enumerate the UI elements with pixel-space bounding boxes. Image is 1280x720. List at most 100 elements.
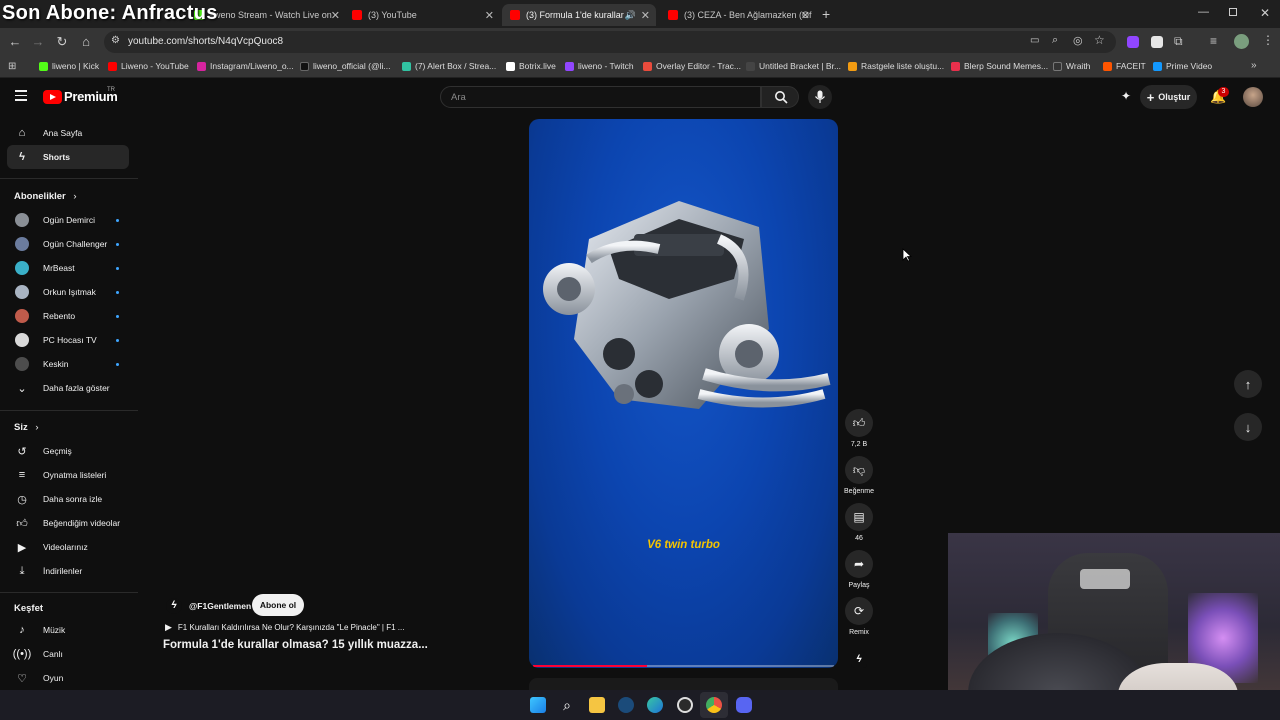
zoom-icon[interactable]: ⌕ xyxy=(1052,34,1058,47)
sidebar-sub-item[interactable]: Ogün Challenger xyxy=(7,232,129,256)
obs-icon[interactable] xyxy=(677,697,693,713)
bookmark-star-icon[interactable]: ☆ xyxy=(1094,33,1105,47)
sidebar-item-live[interactable]: ((•)) Canlı xyxy=(7,642,129,666)
extension-icon[interactable] xyxy=(1151,36,1163,48)
file-explorer-icon[interactable] xyxy=(589,697,605,713)
share-action[interactable]: ➦ Paylaş xyxy=(844,550,874,589)
tracking-hidden-icon[interactable]: ◎ xyxy=(1073,34,1083,47)
channel-logo-icon[interactable]: ϟ xyxy=(166,598,182,614)
search-button[interactable] xyxy=(761,86,799,108)
close-tab-icon[interactable]: ✕ xyxy=(485,9,494,22)
sidebar-show-more[interactable]: ⌄ Daha fazla göster xyxy=(7,376,129,400)
sidebar-sub-item[interactable]: Ogün Demirci xyxy=(7,208,129,232)
voice-search-button[interactable] xyxy=(808,85,832,109)
forward-arrow-icon[interactable]: → xyxy=(30,34,46,50)
remix-button[interactable]: ⟳ xyxy=(845,597,873,625)
subscriptions-heading[interactable]: Abonelikler › xyxy=(14,191,77,202)
comments-action[interactable]: ▤ 46 xyxy=(844,503,874,542)
create-button[interactable]: + Oluştur xyxy=(1140,85,1197,109)
sidebar-sub-item[interactable]: PC Hocası TV xyxy=(7,328,129,352)
channel-name[interactable]: @F1Gentlemen xyxy=(189,601,251,611)
bookmark-item[interactable]: liweno | Kick xyxy=(39,61,99,71)
search-input[interactable]: Ara xyxy=(440,86,761,108)
profile-avatar-icon[interactable] xyxy=(1234,34,1249,49)
related-video-link[interactable]: ▶ F1 Kuralları Kaldırılırsa Ne Olur? Kar… xyxy=(165,622,404,633)
you-heading[interactable]: Siz › xyxy=(14,422,39,433)
site-info-icon[interactable]: ⚙ xyxy=(111,35,120,46)
address-bar[interactable]: ⚙ youtube.com/shorts/N4qVcpQuoc8 ▭ ⌕ ◎ ☆ xyxy=(104,31,1116,53)
tab-search-icon[interactable]: ≡ xyxy=(1210,34,1217,48)
edge-browser-icon[interactable] xyxy=(647,697,663,713)
like-button[interactable]: 👍︎ xyxy=(845,409,873,437)
home-icon[interactable]: ⌂ xyxy=(78,34,94,50)
sound-channel-icon[interactable]: ϟ xyxy=(851,652,867,668)
extension-icon[interactable] xyxy=(1127,36,1139,48)
sidebar-item-home[interactable]: ⌂ Ana Sayfa xyxy=(7,121,129,145)
sidebar-item-your-videos[interactable]: ▶ Videolarınız xyxy=(7,535,129,559)
hamburger-menu-icon[interactable] xyxy=(15,90,27,101)
bookmark-item[interactable]: Untitled Bracket | Br... xyxy=(746,61,841,71)
close-tab-icon[interactable]: ✕ xyxy=(801,9,810,22)
cast-icon[interactable]: ▭ xyxy=(1030,35,1039,46)
short-title[interactable]: Formula 1'de kurallar olmasa? 15 yıllık … xyxy=(163,639,428,651)
previous-short-button[interactable]: ↑ xyxy=(1234,370,1262,398)
account-avatar[interactable] xyxy=(1243,87,1263,107)
like-action[interactable]: 👍︎ 7,2 B xyxy=(844,409,874,448)
close-window-icon[interactable]: ✕ xyxy=(1260,6,1270,20)
minimize-window-icon[interactable]: — xyxy=(1198,6,1209,18)
bookmark-item[interactable]: Blerp Sound Memes... xyxy=(951,61,1048,71)
sidebar-item-watch-later[interactable]: ◷ Daha sonra izle xyxy=(7,487,129,511)
extensions-puzzle-icon[interactable]: ⧉ xyxy=(1174,34,1183,49)
discord-icon[interactable] xyxy=(736,697,752,713)
new-tab-button[interactable]: + xyxy=(822,6,830,22)
extension-bolt-icon[interactable]: ✦ xyxy=(1121,89,1131,103)
sidebar-item-history[interactable]: ↺ Geçmiş xyxy=(7,439,129,463)
sidebar-item-playlists[interactable]: ≡ Oynatma listeleri xyxy=(7,463,129,487)
shorts-video-player[interactable]: V6 twin turbo xyxy=(529,119,838,668)
sidebar-sub-item[interactable]: Rebento xyxy=(7,304,129,328)
bookmark-item[interactable]: liweno_official (@li... xyxy=(300,61,390,71)
restore-window-icon[interactable] xyxy=(1229,8,1237,16)
bookmark-item[interactable]: liweno - Twitch xyxy=(565,61,634,71)
sidebar-item-shorts[interactable]: ϟ Shorts xyxy=(7,145,129,169)
tab-ceza-song[interactable]: (3) CEZA - Ben Ağlamazken (Of ✕ xyxy=(660,4,816,26)
tab-youtube[interactable]: (3) YouTube ✕ xyxy=(344,4,500,26)
bookmark-item[interactable]: Liweno - YouTube xyxy=(108,61,189,71)
bookmark-item[interactable]: Instagram/Liweno_o... xyxy=(197,61,294,71)
subscribe-button[interactable]: Abone ol xyxy=(252,594,304,616)
sidebar-item-gaming[interactable]: ♡ Oyun xyxy=(7,666,129,690)
taskbar-search-icon[interactable]: ⌕ xyxy=(559,697,575,713)
close-tab-icon[interactable]: ✕ xyxy=(331,9,340,22)
bookmark-item[interactable]: Prime Video xyxy=(1153,61,1212,71)
browser-menu-icon[interactable]: ⋮ xyxy=(1262,33,1274,47)
dislike-button[interactable]: 👎︎ xyxy=(845,456,873,484)
tab-formula1-short[interactable]: (3) Formula 1'de kurallar ol 🔊 ✕ xyxy=(502,4,656,26)
reload-icon[interactable]: ↻ xyxy=(54,34,70,50)
bookmark-item[interactable]: Wraith xyxy=(1053,61,1090,71)
sidebar-sub-item[interactable]: MrBeast xyxy=(7,256,129,280)
close-tab-icon[interactable]: ✕ xyxy=(641,9,650,22)
sidebar-item-downloads[interactable]: ⤓ İndirilenler xyxy=(7,559,129,583)
sidebar-item-music[interactable]: ♪ Müzik xyxy=(7,618,129,642)
audio-playing-icon[interactable]: 🔊 xyxy=(625,10,636,21)
bookmark-item[interactable]: Overlay Editor - Trac... xyxy=(643,61,741,71)
steam-icon[interactable] xyxy=(618,697,634,713)
share-button[interactable]: ➦ xyxy=(845,550,873,578)
apps-grid-icon[interactable]: ⊞ xyxy=(8,61,16,72)
windows-start-icon[interactable] xyxy=(530,697,546,713)
bookmark-item[interactable]: (7) Alert Box / Strea... xyxy=(402,61,496,71)
dislike-action[interactable]: 👎︎ Beğenme xyxy=(844,456,874,495)
bookmark-label: FACEIT xyxy=(1116,61,1146,71)
remix-action[interactable]: ⟳ Remix xyxy=(844,597,874,636)
comments-button[interactable]: ▤ xyxy=(845,503,873,531)
bookmark-item[interactable]: Botrix.live xyxy=(506,61,556,71)
bookmark-item[interactable]: FACEIT xyxy=(1103,61,1146,71)
video-progress-bar[interactable] xyxy=(533,665,834,667)
sidebar-item-liked-videos[interactable]: 👍︎ Beğendiğim videolar xyxy=(7,511,129,535)
back-arrow-icon[interactable]: ← xyxy=(7,34,23,50)
sidebar-sub-item[interactable]: Orkun Işıtmak xyxy=(7,280,129,304)
next-short-button[interactable]: ↓ xyxy=(1234,413,1262,441)
bookmark-item[interactable]: Rastgele liste oluştu... xyxy=(848,61,944,71)
more-bookmarks-icon[interactable]: » xyxy=(1251,60,1257,71)
sidebar-sub-item[interactable]: Keskin xyxy=(7,352,129,376)
